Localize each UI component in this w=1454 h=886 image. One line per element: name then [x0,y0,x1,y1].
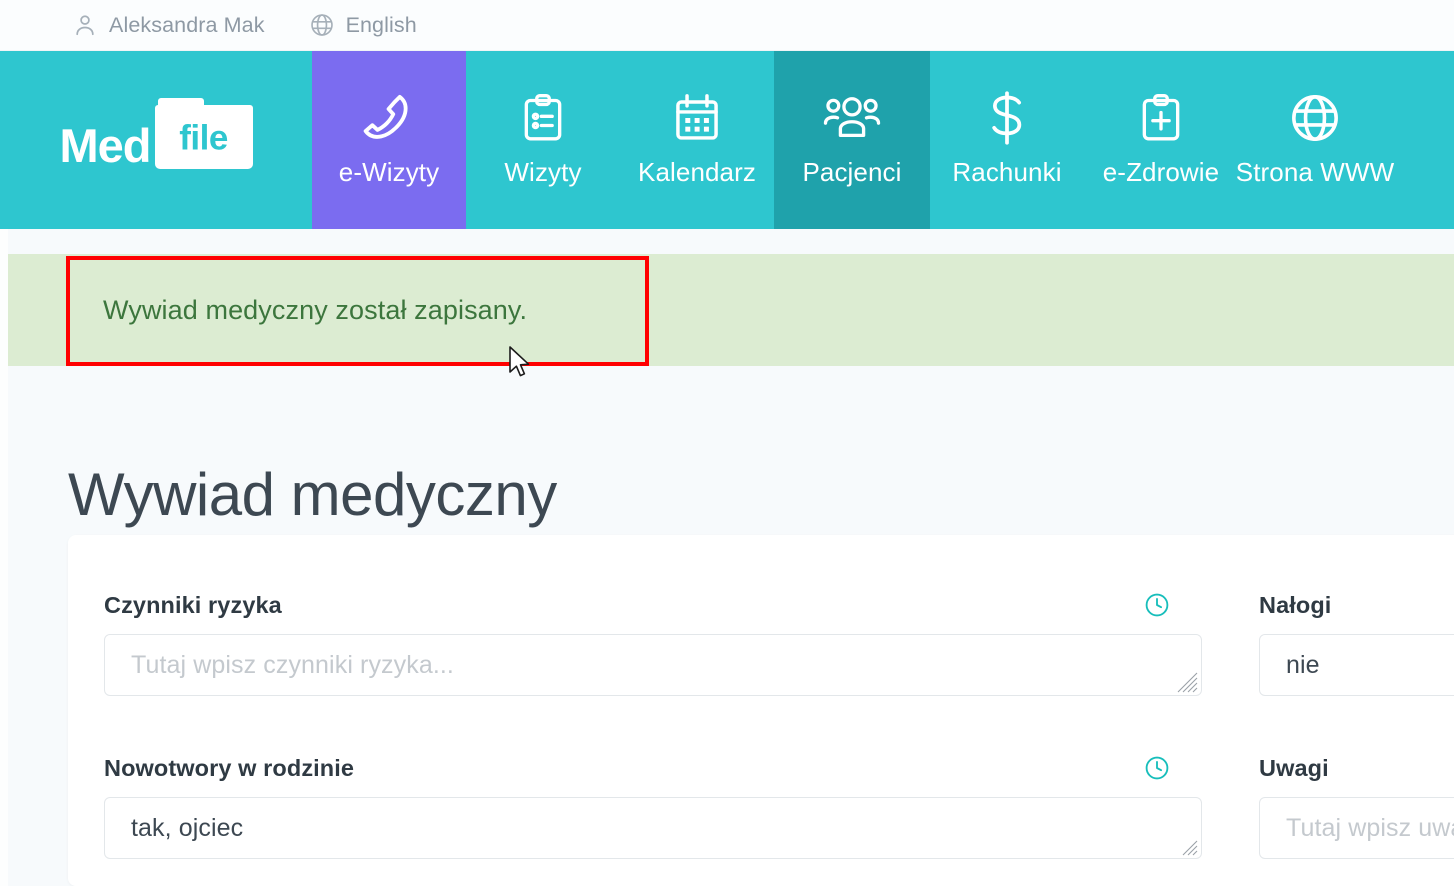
nav-label-e-zdrowie: e-Zdrowie [1102,156,1220,187]
history-clock-icon[interactable] [1144,755,1170,781]
uwagi-textarea[interactable]: Tutaj wpisz uwagi... [1259,797,1454,859]
nav-label-strona-www: Strona WWW [1235,156,1395,187]
nowotwory-w-rodzinie-value: tak, ojciec [131,813,244,842]
user-menu[interactable]: Aleksandra Mak [72,12,265,38]
czynniki-ryzyka-placeholder: Tutaj wpisz czynniki ryzyka... [131,650,454,679]
globe-icon [309,12,335,38]
nalogi-textarea[interactable]: nie [1259,634,1454,696]
phone-icon [362,89,416,147]
people-group-icon [823,89,881,147]
nav-label-wizyty: Wizyty [504,156,582,187]
nav-item-e-zdrowie[interactable]: e-Zdrowie [1084,51,1238,229]
nowotwory-w-rodzinie-textarea[interactable]: tak, ojciec [104,797,1202,859]
user-icon [72,12,98,38]
field-nowotwory-w-rodzinie: Nowotwory w rodzinie tak, ojciec [104,753,1202,859]
history-clock-icon[interactable] [1144,592,1170,618]
nalogi-value: nie [1286,650,1320,679]
app-window: Aleksandra Mak English Med file e-Wizyty… [0,0,1454,886]
form-row-2: Nowotwory w rodzinie tak, ojciec Uwagi T… [104,753,1454,859]
nav-item-kalendarz[interactable]: Kalendarz [620,51,774,229]
field-label-czynniki-ryzyka: Czynniki ryzyka [104,591,282,618]
nav-item-wizyty[interactable]: Wizyty [466,51,620,229]
medical-interview-card: Czynniki ryzyka Tutaj wpisz czynniki ryz… [68,535,1454,886]
logo-text-file: file [179,118,228,158]
field-label-nowotwory-w-rodzinie: Nowotwory w rodzinie [104,754,355,781]
clipboard-list-icon [518,89,568,147]
success-alert-message: Wywiad medyczny został zapisany. [103,294,528,325]
nav-label-kalendarz: Kalendarz [638,156,756,187]
nav-label-rachunki: Rachunki [952,156,1062,187]
uwagi-placeholder: Tutaj wpisz uwagi... [1286,813,1454,842]
nav-item-strona-www[interactable]: Strona WWW [1235,51,1395,229]
field-uwagi: Uwagi Tutaj wpisz uwagi... [1259,753,1454,859]
nav-label-e-wizyty: e-Wizyty [338,156,440,187]
globe-icon [1288,89,1342,147]
logo-folder-icon: file [154,98,253,169]
calendar-icon [671,89,723,147]
language-selector[interactable]: English [309,12,417,38]
nav-item-pacjenci[interactable]: Pacjenci [774,51,930,229]
main-navigation: Med file e-Wizyty Wizyty Kalendarz Pacje… [0,51,1454,229]
nav-item-e-wizyty[interactable]: e-Wizyty [312,51,466,229]
field-label-nalogi: Nałogi [1259,591,1332,618]
clipboard-plus-icon [1136,89,1186,147]
user-name-label: Aleksandra Mak [109,12,265,37]
logo-text-med: Med [59,119,152,172]
czynniki-ryzyka-textarea[interactable]: Tutaj wpisz czynniki ryzyka... [104,634,1202,696]
logo-medfile[interactable]: Med file [0,51,312,229]
page-title: Wywiad medyczny [68,461,557,529]
nav-label-pacjenci: Pacjenci [802,156,902,187]
dollar-icon [984,89,1030,147]
language-label: English [345,12,417,37]
field-label-uwagi: Uwagi [1259,754,1329,781]
success-alert: Wywiad medyczny został zapisany. [8,254,1454,366]
resize-grip-icon[interactable] [1176,671,1198,693]
field-nalogi: Nałogi nie [1259,590,1454,696]
utility-bar: Aleksandra Mak English [0,0,1454,51]
resize-grip-icon[interactable] [1176,834,1198,856]
nav-item-rachunki[interactable]: Rachunki [930,51,1084,229]
field-czynniki-ryzyka: Czynniki ryzyka Tutaj wpisz czynniki ryz… [104,590,1202,696]
page-left-gutter [0,229,8,886]
form-row-1: Czynniki ryzyka Tutaj wpisz czynniki ryz… [104,590,1454,696]
